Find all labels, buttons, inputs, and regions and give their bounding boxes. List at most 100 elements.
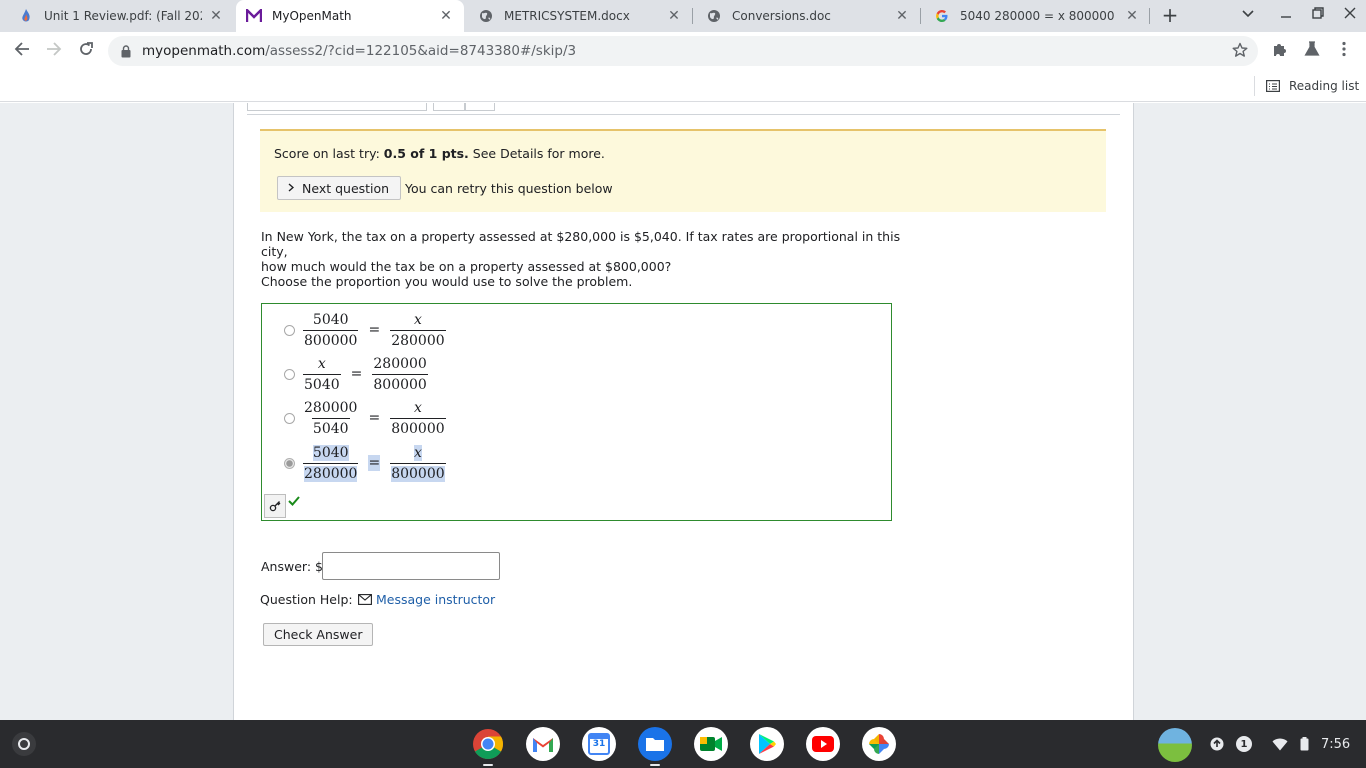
new-tab-button[interactable]: + xyxy=(1160,5,1180,26)
wifi-icon xyxy=(1272,738,1288,751)
address-bar[interactable]: myopenmath.com/assess2/?cid=122105&aid=8… xyxy=(108,36,1258,66)
google-g-icon xyxy=(934,8,950,24)
calendar-day: 31 xyxy=(592,739,606,749)
os-shelf: 31 1 7:56 xyxy=(0,720,1366,768)
choice-option-2[interactable]: x 5040 = 280000 800000 xyxy=(284,354,430,394)
reading-list-label: Reading list xyxy=(1289,79,1360,93)
tab-unit-review[interactable]: Unit 1 Review.pdf: (Fall 2021) I ✕ xyxy=(8,0,234,32)
back-icon[interactable] xyxy=(12,41,32,61)
update-available-icon xyxy=(1210,737,1224,751)
next-question-nav-button[interactable] xyxy=(465,103,495,111)
tab-strip: Unit 1 Review.pdf: (Fall 2021) I ✕ MyOpe… xyxy=(0,0,1366,32)
kebab-menu-icon[interactable] xyxy=(1334,41,1354,61)
next-question-button[interactable]: Next question xyxy=(277,176,402,200)
bookmark-star-icon[interactable] xyxy=(1232,42,1248,62)
photos-icon[interactable] xyxy=(862,727,896,761)
radio-button-selected[interactable] xyxy=(284,457,295,469)
globe-icon xyxy=(706,8,722,24)
fraction-numerator: x xyxy=(317,355,326,372)
tab-title: MyOpenMath xyxy=(272,9,352,23)
question-select[interactable] xyxy=(247,103,427,111)
tab-myopenmath[interactable]: MyOpenMath ✕ xyxy=(236,0,464,32)
url-text: myopenmath.com/assess2/?cid=122105&aid=8… xyxy=(142,43,576,59)
close-icon[interactable]: ✕ xyxy=(666,8,682,24)
fraction-denominator: 5040 xyxy=(312,420,349,437)
left-fraction: x 5040 xyxy=(301,356,343,393)
right-fraction: 280000 800000 xyxy=(370,356,429,393)
close-icon[interactable]: ✕ xyxy=(894,8,910,24)
restore-icon[interactable] xyxy=(1309,6,1327,26)
reading-list-button[interactable]: Reading list xyxy=(1266,76,1359,96)
question-line-1: In New York, the tax on a property asses… xyxy=(261,229,901,259)
minimize-icon[interactable] xyxy=(1277,6,1295,26)
left-fraction: 5040 280000 xyxy=(301,444,360,482)
fraction-denominator: 280000 xyxy=(304,465,358,482)
choice-option-4-selected[interactable]: 5040 280000 = x 800000 xyxy=(284,443,448,483)
tab-separator xyxy=(1149,8,1150,24)
tab-metric-system[interactable]: METRICSYSTEM.docx ✕ xyxy=(468,0,692,32)
proportion-equation: 5040 280000 = x 800000 xyxy=(301,444,448,482)
answer-label: Answer: $ xyxy=(261,559,323,574)
close-icon[interactable]: ✕ xyxy=(208,8,224,24)
radio-button[interactable] xyxy=(284,368,295,380)
answer-input[interactable] xyxy=(322,552,500,580)
chrome-icon[interactable] xyxy=(471,727,505,761)
fraction-denominator: 280000 xyxy=(391,332,445,349)
fraction-denominator: 800000 xyxy=(373,376,427,393)
pdf-flame-icon xyxy=(18,8,34,24)
tab-title: Unit 1 Review.pdf: (Fall 2021) I xyxy=(44,9,202,23)
fraction-numerator: 5040 xyxy=(312,444,349,461)
radio-button[interactable] xyxy=(284,324,295,336)
key-icon xyxy=(269,501,281,512)
choice-option-1[interactable]: 5040 800000 = x 280000 xyxy=(284,310,448,350)
assessment-panel: Score on last try: 0.5 of 1 pts. See Det… xyxy=(233,103,1134,720)
tab-google-search[interactable]: 5040 280000 = x 800000 - Go ✕ xyxy=(924,0,1150,32)
right-fraction: x 800000 xyxy=(388,400,447,437)
equals-sign: = xyxy=(368,455,381,471)
message-instructor-link[interactable]: Message instructor xyxy=(358,592,495,607)
launcher-button[interactable] xyxy=(12,732,36,756)
reload-icon[interactable] xyxy=(76,41,96,61)
equals-sign: = xyxy=(350,366,363,382)
tab-search-icon[interactable] xyxy=(1240,8,1256,24)
choices-group: 5040 800000 = x 280000 x 5040 = 280000 80000… xyxy=(261,303,892,521)
check-answer-button[interactable]: Check Answer xyxy=(263,623,374,646)
fraction-numerator: 280000 xyxy=(304,399,358,416)
radio-button[interactable] xyxy=(284,412,295,424)
status-tray[interactable]: 1 7:56 xyxy=(1204,729,1360,759)
prev-question-button[interactable] xyxy=(433,103,465,111)
youtube-icon[interactable] xyxy=(806,727,840,761)
forward-icon[interactable] xyxy=(44,41,64,61)
fraction-numerator: 5040 xyxy=(312,311,349,328)
score-prefix: Score on last try: xyxy=(274,146,384,161)
lock-icon[interactable] xyxy=(120,44,132,58)
meet-icon[interactable] xyxy=(694,727,728,761)
flask-labs-icon[interactable] xyxy=(1302,41,1322,61)
play-store-icon[interactable] xyxy=(750,727,784,761)
envelope-icon xyxy=(358,594,372,605)
files-icon[interactable] xyxy=(638,727,672,761)
answer-key-button[interactable] xyxy=(264,494,286,518)
proportion-equation: x 5040 = 280000 800000 xyxy=(301,356,430,393)
choice-option-3[interactable]: 280000 5040 = x 800000 xyxy=(284,398,448,438)
gmail-icon[interactable] xyxy=(526,727,560,761)
avatar[interactable] xyxy=(1158,728,1192,762)
calendar-icon[interactable]: 31 xyxy=(582,727,616,761)
battery-icon xyxy=(1300,737,1309,751)
checkmark-correct-icon xyxy=(288,494,300,510)
right-fraction: x 800000 xyxy=(388,444,447,482)
fraction-numerator: x xyxy=(413,399,422,416)
fraction-denominator: 800000 xyxy=(304,332,358,349)
close-icon[interactable]: ✕ xyxy=(438,8,454,24)
launcher-circle-icon xyxy=(18,738,30,750)
tab-title: METRICSYSTEM.docx xyxy=(504,9,630,23)
url-host: myopenmath.com xyxy=(142,43,266,59)
close-window-icon[interactable] xyxy=(1341,6,1359,26)
tab-conversions[interactable]: Conversions.doc ✕ xyxy=(696,0,920,32)
proportion-equation: 280000 5040 = x 800000 xyxy=(301,400,448,437)
close-icon[interactable]: ✕ xyxy=(1124,8,1140,24)
score-value: 0.5 of 1 pts. xyxy=(383,146,469,161)
score-suffix: See Details for more. xyxy=(468,146,605,161)
extensions-puzzle-icon[interactable] xyxy=(1270,41,1290,61)
question-line-2: how much would the tax be on a property … xyxy=(261,259,672,274)
